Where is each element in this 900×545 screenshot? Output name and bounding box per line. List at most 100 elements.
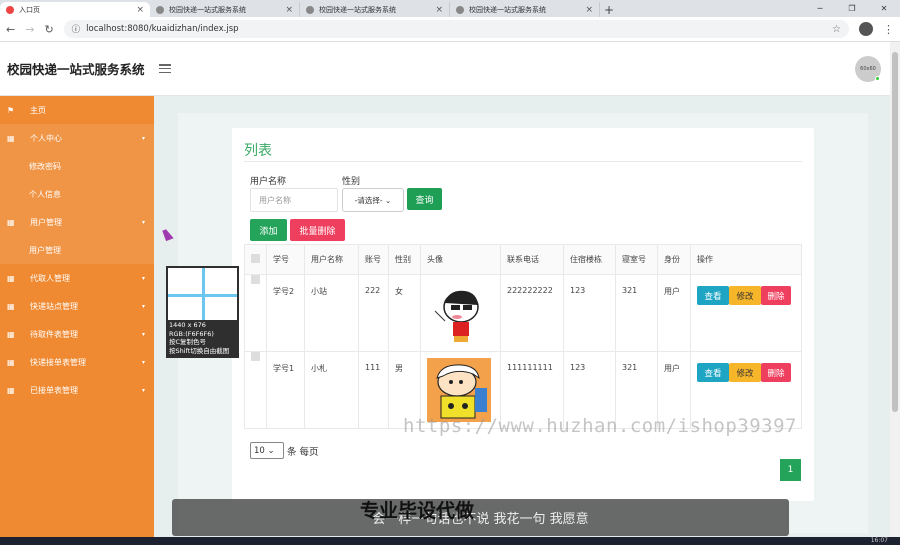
chevron-down-icon: ⌄ [267, 445, 275, 456]
cell-building: 123 [563, 274, 616, 352]
page-scrollbar[interactable] [890, 42, 900, 537]
cell-username: 小站 [304, 274, 359, 352]
sidebar-item-user-management[interactable]: ▦ 用户管理 ▾ [0, 208, 154, 236]
avatar[interactable]: 60x60 [855, 56, 881, 82]
cell-phone: 222222222 [500, 274, 564, 352]
favicon-icon [306, 5, 314, 14]
row-checkbox[interactable] [251, 275, 260, 284]
browser-tab-1[interactable]: 入口页 × [0, 2, 150, 17]
reload-icon[interactable]: ↻ [44, 23, 53, 36]
profile-icon[interactable] [859, 22, 873, 36]
select-all-cell [244, 244, 267, 275]
sidebar-item-station-management[interactable]: ▦ 快递站点管理 ▾ [0, 292, 154, 320]
capture-magnifier: 1440 x 676 RGB:(F6F6F6) 按C复制色号 按Shift切换自… [166, 266, 239, 358]
delete-button[interactable]: 删除 [761, 363, 791, 382]
sidebar-item-accepted-management[interactable]: ▦ 已接单表管理 ▾ [0, 376, 154, 404]
sidebar-item-order-management[interactable]: ▦ 快递接单表管理 ▾ [0, 348, 154, 376]
magnifier-view [168, 268, 237, 320]
column-header: 用户名称 [304, 244, 359, 275]
edit-button[interactable]: 修改 [729, 363, 761, 382]
browser-tab-2[interactable]: 校园快递一站式服务系统 × [150, 2, 300, 17]
sidebar-item-label: 已接单表管理 [30, 385, 78, 395]
cell-gender: 女 [388, 274, 421, 352]
column-header: 学号 [266, 244, 305, 275]
page-number-button[interactable]: 1 [780, 459, 801, 481]
sidebar-item-home[interactable]: ⚑ 主页 [0, 96, 154, 124]
column-header: 操作 [690, 244, 802, 275]
input-placeholder: 用户名称 [259, 195, 291, 205]
username-search-input[interactable]: 用户名称 [250, 188, 338, 212]
sidebar-item-courier-management[interactable]: ▦ 代取人管理 ▾ [0, 264, 154, 292]
tab-title: 入口页 [19, 5, 40, 14]
batch-delete-button[interactable]: 批量删除 [290, 219, 345, 241]
browser-menu-icon[interactable]: ⋮ [883, 23, 894, 36]
select-all-checkbox[interactable] [251, 254, 260, 263]
sidebar-subitem-change-password[interactable]: 修改密码 [0, 152, 154, 180]
scrollbar-thumb[interactable] [892, 52, 898, 412]
bookmark-star-icon[interactable]: ☆ [832, 24, 841, 35]
caret-down-icon: ▾ [141, 274, 145, 282]
video-subtitle: 会一样一句话也不说 我花一句 我愿意 专业毕设代做 [172, 499, 789, 536]
caret-down-icon: ▾ [141, 302, 145, 310]
close-window-icon[interactable]: ✕ [868, 0, 900, 17]
favicon-icon [156, 5, 164, 14]
capture-info: 1440 x 676 RGB:(F6F6F6) 按C复制色号 按Shift切换自… [169, 321, 229, 355]
view-button[interactable]: 查看 [697, 286, 729, 305]
menu-toggle-icon[interactable] [158, 64, 171, 73]
grid-icon: ▦ [7, 385, 15, 395]
info-icon[interactable]: ⓘ [72, 23, 81, 35]
restore-icon[interactable]: ❐ [836, 0, 868, 17]
gender-select[interactable]: -请选择- ⌄ [342, 188, 404, 212]
sidebar-item-label: 用户管理 [30, 217, 62, 227]
divider [244, 161, 802, 162]
avatar-image [427, 281, 491, 345]
username-filter-label: 用户名称 [250, 177, 287, 187]
query-button[interactable]: 查询 [407, 188, 442, 210]
caret-down-icon: ▾ [141, 134, 145, 142]
forward-icon[interactable]: → [25, 23, 34, 36]
edit-button[interactable]: 修改 [729, 286, 761, 305]
tab-title: 校园快递一站式服务系统 [169, 5, 246, 14]
sidebar-item-label: 代取人管理 [30, 273, 70, 283]
taskbar-clock: 16:07 [870, 537, 888, 544]
sidebar-item-personal-center[interactable]: ▦ 个人中心 ▾ [0, 124, 154, 152]
row-checkbox[interactable] [251, 352, 260, 361]
view-button[interactable]: 查看 [697, 363, 729, 382]
back-icon[interactable]: ← [6, 23, 15, 36]
minimize-icon[interactable]: ─ [804, 0, 836, 17]
caret-down-icon: ▾ [141, 386, 145, 394]
close-tab-icon[interactable]: × [435, 5, 443, 15]
gender-filter-label: 性别 [342, 177, 361, 187]
sidebar-item-label: 快递站点管理 [30, 301, 78, 311]
browser-tab-3[interactable]: 校园快递一站式服务系统 × [300, 2, 450, 17]
new-tab-button[interactable]: + [600, 2, 618, 17]
capture-size: 1440 x 676 [169, 321, 206, 329]
grid-icon: ▦ [7, 301, 15, 311]
add-button[interactable]: 添加 [250, 219, 287, 241]
cell-student-id: 学号2 [266, 274, 305, 352]
browser-tab-4[interactable]: 校园快递一站式服务系统 × [450, 2, 600, 17]
close-tab-icon[interactable]: × [285, 5, 293, 15]
app-title: 校园快递一站式服务系统 [7, 62, 145, 77]
page-size-select[interactable]: 10 ⌄ [250, 442, 284, 459]
sidebar-item-pickup-management[interactable]: ▦ 待取件表管理 ▾ [0, 320, 154, 348]
url-field[interactable]: ⓘ localhost:8080/kuaidizhan/index.jsp ☆ [63, 20, 849, 38]
cell-actions: 查看 修改 删除 [690, 274, 802, 352]
url-text: localhost:8080/kuaidizhan/index.jsp [86, 24, 239, 34]
sidebar-item-label: 主页 [30, 105, 46, 115]
browser-tab-bar: 入口页 × 校园快递一站式服务系统 × 校园快递一站式服务系统 × 校园快递一站… [0, 0, 900, 17]
sidebar-subitem-user-management[interactable]: 用户管理 [0, 236, 154, 264]
close-tab-icon[interactable]: × [585, 5, 593, 15]
delete-button[interactable]: 删除 [761, 286, 791, 305]
close-tab-icon[interactable]: × [136, 5, 144, 15]
page-size-suffix: 条 每页 [287, 447, 319, 458]
cell-account: 111 [358, 351, 389, 429]
cell-room: 321 [615, 274, 658, 352]
sidebar-subitem-personal-info[interactable]: 个人信息 [0, 180, 154, 208]
grid-icon: ▦ [7, 217, 15, 227]
column-header: 身份 [657, 244, 691, 275]
sidebar-subitem-label: 用户管理 [29, 245, 61, 255]
column-header: 头像 [420, 244, 501, 275]
watermark: https://www.huzhan.com/ishop39397 [403, 415, 797, 437]
capture-color: RGB:(F6F6F6) [169, 329, 214, 338]
